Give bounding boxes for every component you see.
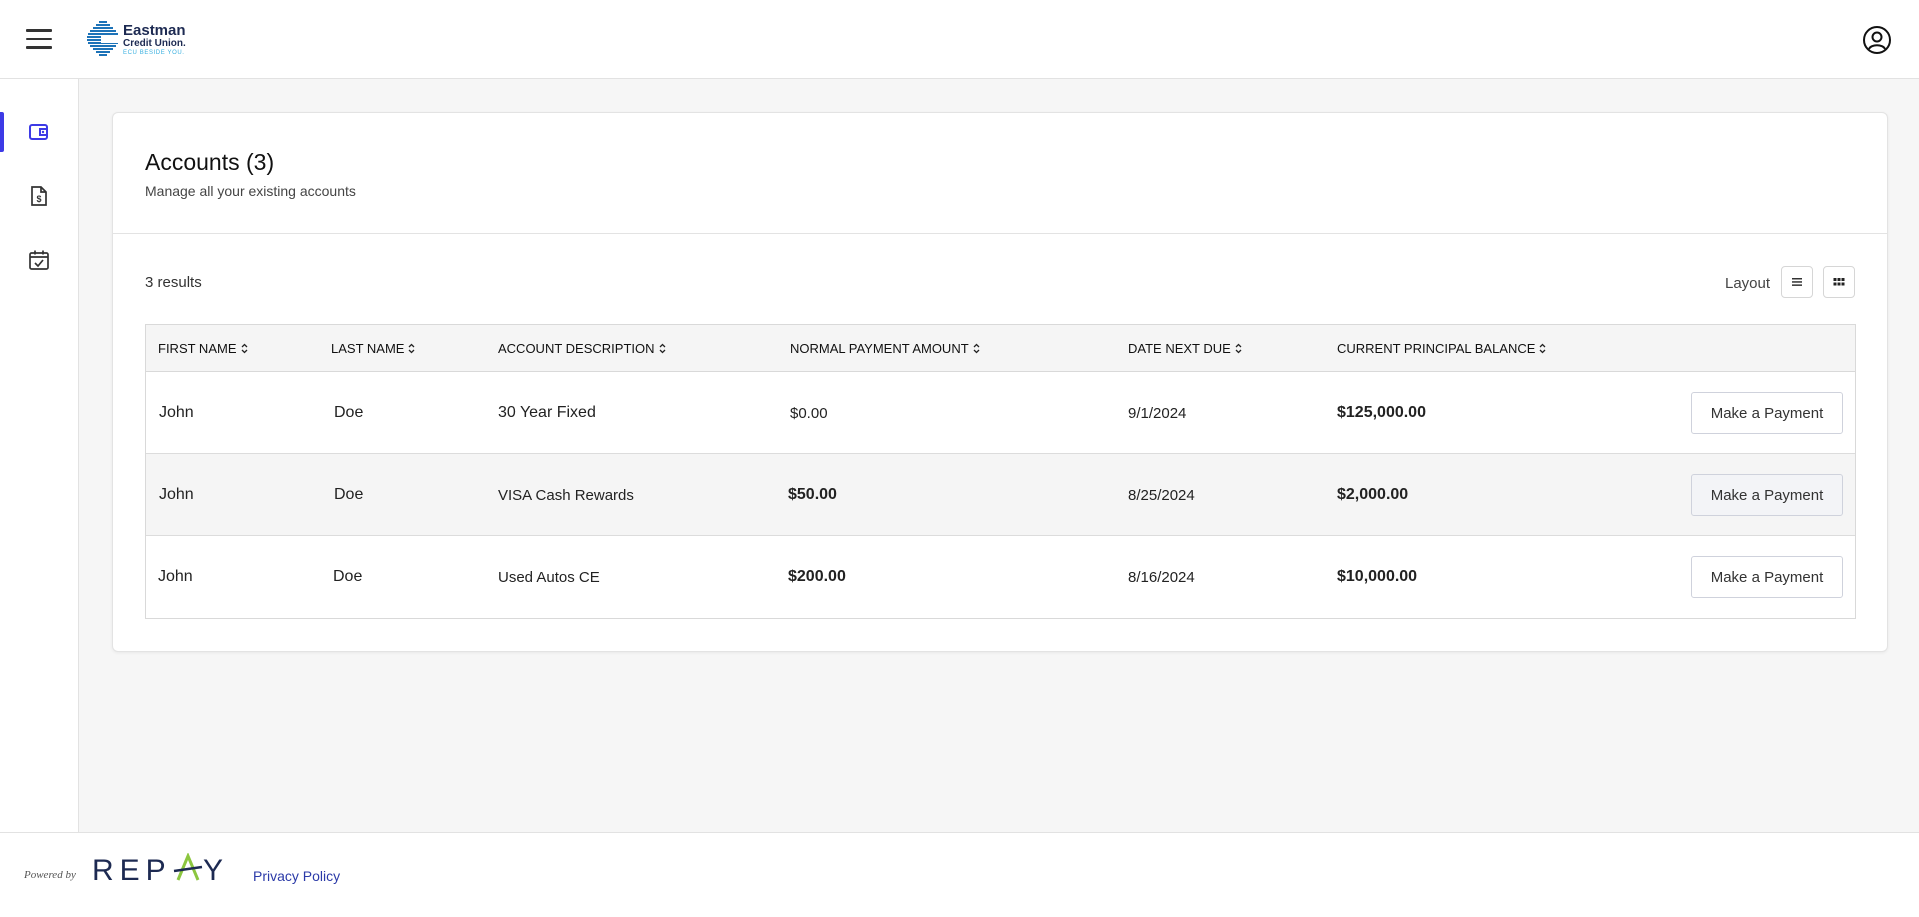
logo-subname: Credit Union.: [123, 38, 186, 49]
grid-layout-button[interactable]: [1823, 266, 1855, 298]
cell-account-description: 30 Year Fixed: [498, 404, 596, 421]
results-count: 3 results: [145, 274, 202, 291]
column-label: FIRST NAME: [158, 340, 237, 356]
list-icon: [1792, 278, 1802, 286]
sidebar-item-bills[interactable]: $: [0, 176, 78, 216]
privacy-policy-link[interactable]: Privacy Policy: [253, 868, 340, 884]
grid-icon: [1833, 278, 1845, 286]
page-title: Accounts (3): [145, 149, 275, 175]
logo-tagline: ECU BESIDE YOU.: [123, 50, 185, 56]
cell-payment-amount: $200.00: [788, 568, 846, 585]
cell-account-description: VISA Cash Rewards: [498, 486, 634, 504]
hamburger-menu-icon[interactable]: [26, 29, 52, 49]
svg-text:REP: REP: [92, 854, 172, 883]
cell-payment-amount: $50.00: [788, 486, 837, 503]
wallet-icon: [29, 124, 48, 140]
column-label: ACCOUNT DESCRIPTION: [498, 340, 655, 356]
table-row: John Doe 30 Year Fixed $0.00 9/1/2024 $1…: [146, 372, 1855, 454]
sidebar-item-accounts[interactable]: [0, 112, 78, 152]
svg-text:Y: Y: [203, 854, 223, 883]
sort-icon: [973, 343, 980, 353]
table-row: John Doe Used Autos CE $200.00 8/16/2024…: [146, 536, 1855, 618]
logo-name: Eastman: [123, 22, 186, 39]
repay-logo: REP Y: [92, 852, 232, 888]
cell-account-description: Used Autos CE: [498, 568, 600, 586]
cell-date-next-due: 8/16/2024: [1128, 568, 1195, 586]
cell-last-name: Doe: [333, 568, 363, 585]
cell-principal-balance: $10,000.00: [1337, 568, 1418, 585]
user-circle-icon[interactable]: [1862, 25, 1892, 55]
cell-first-name: John: [159, 486, 194, 503]
layout-label: Layout: [1725, 275, 1771, 292]
sort-icon: [1235, 343, 1242, 353]
cell-payment-amount: $0.00: [790, 404, 828, 422]
cell-first-name: John: [158, 568, 193, 585]
column-label: CURRENT PRINCIPAL BALANCE: [1337, 340, 1536, 356]
logo-wordmark: Eastman Credit Union. ECU BESIDE YOU.: [123, 23, 186, 56]
sort-icon: [659, 343, 665, 353]
calendar-check-icon: [29, 250, 49, 270]
sidebar-item-schedule[interactable]: [0, 240, 78, 280]
accounts-card: Accounts (3) Manage all your existing ac…: [112, 112, 1888, 652]
footer: Powered by REP Y Privacy Policy: [0, 832, 1919, 917]
column-label: NORMAL PAYMENT AMOUNT: [790, 340, 969, 356]
column-header-current-principal-balance[interactable]: CURRENT PRINCIPAL BALANCE: [1337, 325, 1546, 371]
make-payment-button[interactable]: Make a Payment: [1691, 556, 1843, 598]
card-header: Accounts (3) Manage all your existing ac…: [113, 113, 1887, 234]
sort-icon: [408, 343, 415, 353]
column-header-date-next-due[interactable]: DATE NEXT DUE: [1128, 325, 1242, 371]
eastman-logo[interactable]: Eastman Credit Union. ECU BESIDE YOU.: [87, 21, 197, 61]
cell-principal-balance: $2,000.00: [1337, 486, 1409, 503]
column-header-last-name[interactable]: LAST NAME: [331, 325, 415, 371]
sort-icon: [241, 343, 247, 353]
column-header-first-name[interactable]: FIRST NAME: [158, 325, 248, 371]
column-label: DATE NEXT DUE: [1128, 340, 1231, 356]
sort-icon: [1539, 343, 1546, 353]
cell-date-next-due: 9/1/2024: [1128, 404, 1187, 422]
cell-last-name: Doe: [334, 486, 364, 503]
make-payment-button[interactable]: Make a Payment: [1691, 392, 1843, 434]
repay-wordmark: REP Y: [92, 852, 223, 887]
column-header-normal-payment-amount[interactable]: NORMAL PAYMENT AMOUNT: [790, 325, 980, 371]
top-bar: Eastman Credit Union. ECU BESIDE YOU.: [0, 0, 1919, 79]
column-label: LAST NAME: [331, 340, 405, 356]
accounts-table: FIRST NAME LAST NAME ACCOUNT DESCRIPTION…: [145, 324, 1856, 619]
svg-text:$: $: [36, 194, 41, 204]
make-payment-button[interactable]: Make a Payment: [1691, 474, 1843, 516]
table-header: FIRST NAME LAST NAME ACCOUNT DESCRIPTION…: [146, 325, 1855, 372]
cell-date-next-due: 8/25/2024: [1128, 486, 1195, 504]
sidebar: $: [0, 79, 79, 832]
cell-first-name: John: [159, 404, 194, 421]
ecu-logo-mark-icon: [87, 21, 119, 56]
list-layout-button[interactable]: [1781, 266, 1813, 298]
column-header-account-description[interactable]: ACCOUNT DESCRIPTION: [498, 325, 666, 371]
document-dollar-icon: $: [31, 186, 47, 206]
powered-by-label: Powered by: [24, 869, 76, 881]
cell-principal-balance: $125,000.00: [1337, 404, 1426, 421]
cell-last-name: Doe: [334, 404, 364, 421]
table-row: John Doe VISA Cash Rewards $50.00 8/25/2…: [146, 454, 1855, 536]
page-subtitle: Manage all your existing accounts: [145, 183, 356, 199]
